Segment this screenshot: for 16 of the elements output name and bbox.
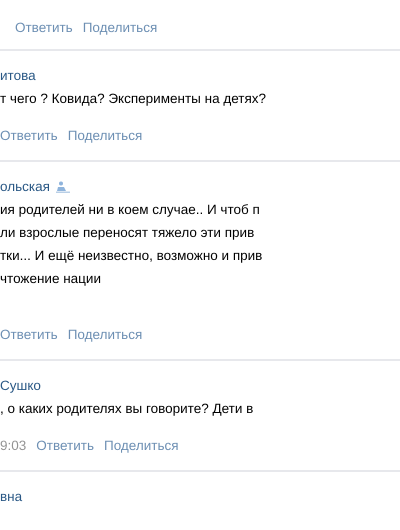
author-name[interactable]: ольская: [0, 179, 50, 194]
reply-link[interactable]: Ответить: [0, 128, 58, 143]
comment-text: т чего ? Ковида? Эксперименты на детях?: [0, 90, 268, 108]
reply-link[interactable]: Ответить: [0, 327, 58, 342]
comment-time: 9:03: [0, 438, 26, 453]
share-link[interactable]: Поделиться: [68, 128, 142, 143]
share-link[interactable]: Поделиться: [68, 327, 142, 342]
reply-link[interactable]: Ответить: [15, 20, 73, 35]
author-name[interactable]: итова: [0, 68, 36, 83]
reply-link[interactable]: Ответить: [36, 438, 94, 453]
comment-text: ия родителей ни в коем случае.. И чтоб п ли взрослые переносят тяжело эти прив тки... И ещё неизвестно, возможно и прив чтожение нации: [0, 201, 264, 288]
author-name[interactable]: вна: [0, 489, 22, 504]
share-link[interactable]: Поделиться: [82, 20, 158, 35]
comment-text: , о каких родителях вы говорите? Дети в: [0, 400, 254, 418]
author-name[interactable]: Сушко: [0, 378, 41, 393]
share-link[interactable]: Поделиться: [104, 438, 179, 453]
